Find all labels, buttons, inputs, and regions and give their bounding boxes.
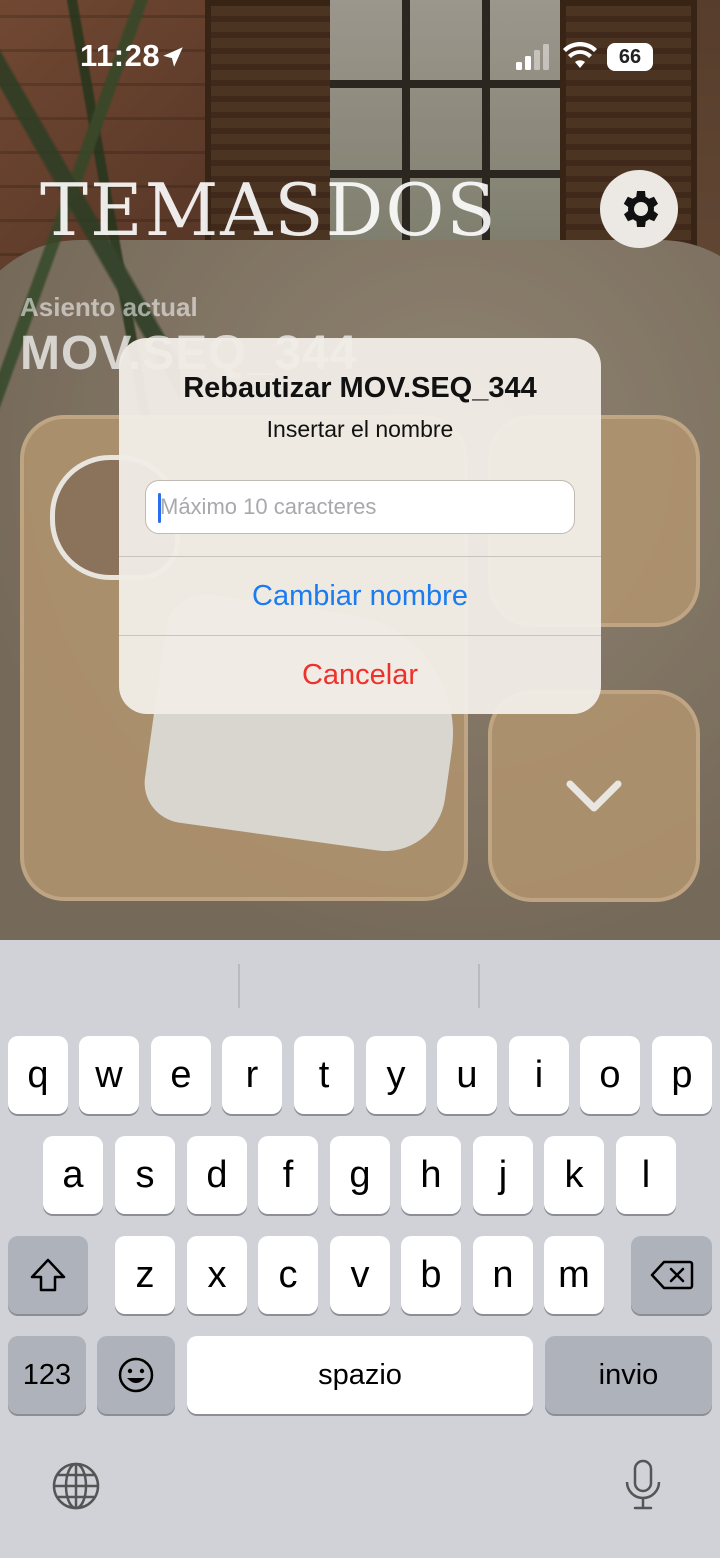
key-g[interactable]: g bbox=[330, 1136, 390, 1214]
shift-key[interactable] bbox=[8, 1236, 88, 1314]
key-d[interactable]: d bbox=[187, 1136, 247, 1214]
move-down-button[interactable] bbox=[488, 690, 700, 902]
key-e[interactable]: e bbox=[151, 1036, 211, 1114]
globe-icon[interactable] bbox=[50, 1460, 102, 1512]
dialog-message: Insertar el nombre bbox=[266, 416, 454, 442]
prediction-divider bbox=[478, 964, 480, 1008]
gear-icon bbox=[623, 191, 659, 227]
key-v[interactable]: v bbox=[330, 1236, 390, 1314]
key-b[interactable]: b bbox=[401, 1236, 461, 1314]
key-z[interactable]: z bbox=[115, 1236, 175, 1314]
battery-indicator: 66 bbox=[607, 43, 653, 71]
rename-input[interactable] bbox=[145, 480, 575, 534]
key-c[interactable]: c bbox=[258, 1236, 318, 1314]
emoji-key[interactable] bbox=[97, 1336, 175, 1414]
emoji-icon bbox=[118, 1357, 154, 1393]
text-cursor bbox=[158, 493, 161, 523]
key-x[interactable]: x bbox=[187, 1236, 247, 1314]
key-u[interactable]: u bbox=[437, 1036, 497, 1114]
wifi-icon bbox=[563, 42, 597, 68]
key-f[interactable]: f bbox=[258, 1136, 318, 1214]
rename-confirm-button[interactable]: Cambiar nombre bbox=[119, 557, 601, 635]
key-n[interactable]: n bbox=[473, 1236, 533, 1314]
shift-arrow-icon bbox=[30, 1258, 66, 1292]
key-t[interactable]: t bbox=[294, 1036, 354, 1114]
key-h[interactable]: h bbox=[401, 1136, 461, 1214]
key-i[interactable]: i bbox=[509, 1036, 569, 1114]
location-arrow-icon bbox=[163, 47, 183, 67]
key-w[interactable]: w bbox=[79, 1036, 139, 1114]
current-seat-label: Asiento actual bbox=[20, 292, 198, 322]
key-j[interactable]: j bbox=[473, 1136, 533, 1214]
key-y[interactable]: y bbox=[366, 1036, 426, 1114]
key-m[interactable]: m bbox=[544, 1236, 604, 1314]
space-key[interactable]: spazio bbox=[187, 1336, 533, 1414]
key-s[interactable]: s bbox=[115, 1136, 175, 1214]
key-p[interactable]: p bbox=[652, 1036, 712, 1114]
settings-button[interactable] bbox=[600, 170, 678, 248]
key-q[interactable]: q bbox=[8, 1036, 68, 1114]
keyboard: q w e r t y u i o p a s d f g h j k l z … bbox=[0, 940, 720, 1558]
status-time: 11:28 bbox=[80, 38, 161, 73]
dialog-title: Rebautizar MOV.SEQ_344 bbox=[183, 372, 537, 404]
key-l[interactable]: l bbox=[616, 1136, 676, 1214]
cellular-signal-icon bbox=[516, 44, 549, 70]
chevron-down-icon bbox=[566, 780, 622, 812]
rename-dialog: Rebautizar MOV.SEQ_344 Insertar el nombr… bbox=[119, 338, 601, 714]
key-r[interactable]: r bbox=[222, 1036, 282, 1114]
return-key[interactable]: invio bbox=[545, 1336, 712, 1414]
delete-key[interactable] bbox=[631, 1236, 712, 1314]
key-o[interactable]: o bbox=[580, 1036, 640, 1114]
app-logo: TEMASDOS bbox=[40, 168, 498, 252]
cancel-button[interactable]: Cancelar bbox=[119, 636, 601, 714]
key-k[interactable]: k bbox=[544, 1136, 604, 1214]
key-a[interactable]: a bbox=[43, 1136, 103, 1214]
status-bar: 11:28 66 bbox=[0, 0, 720, 110]
backspace-icon bbox=[650, 1260, 693, 1290]
prediction-divider bbox=[238, 964, 240, 1008]
microphone-icon[interactable] bbox=[622, 1458, 664, 1514]
numbers-key[interactable]: 123 bbox=[8, 1336, 86, 1414]
